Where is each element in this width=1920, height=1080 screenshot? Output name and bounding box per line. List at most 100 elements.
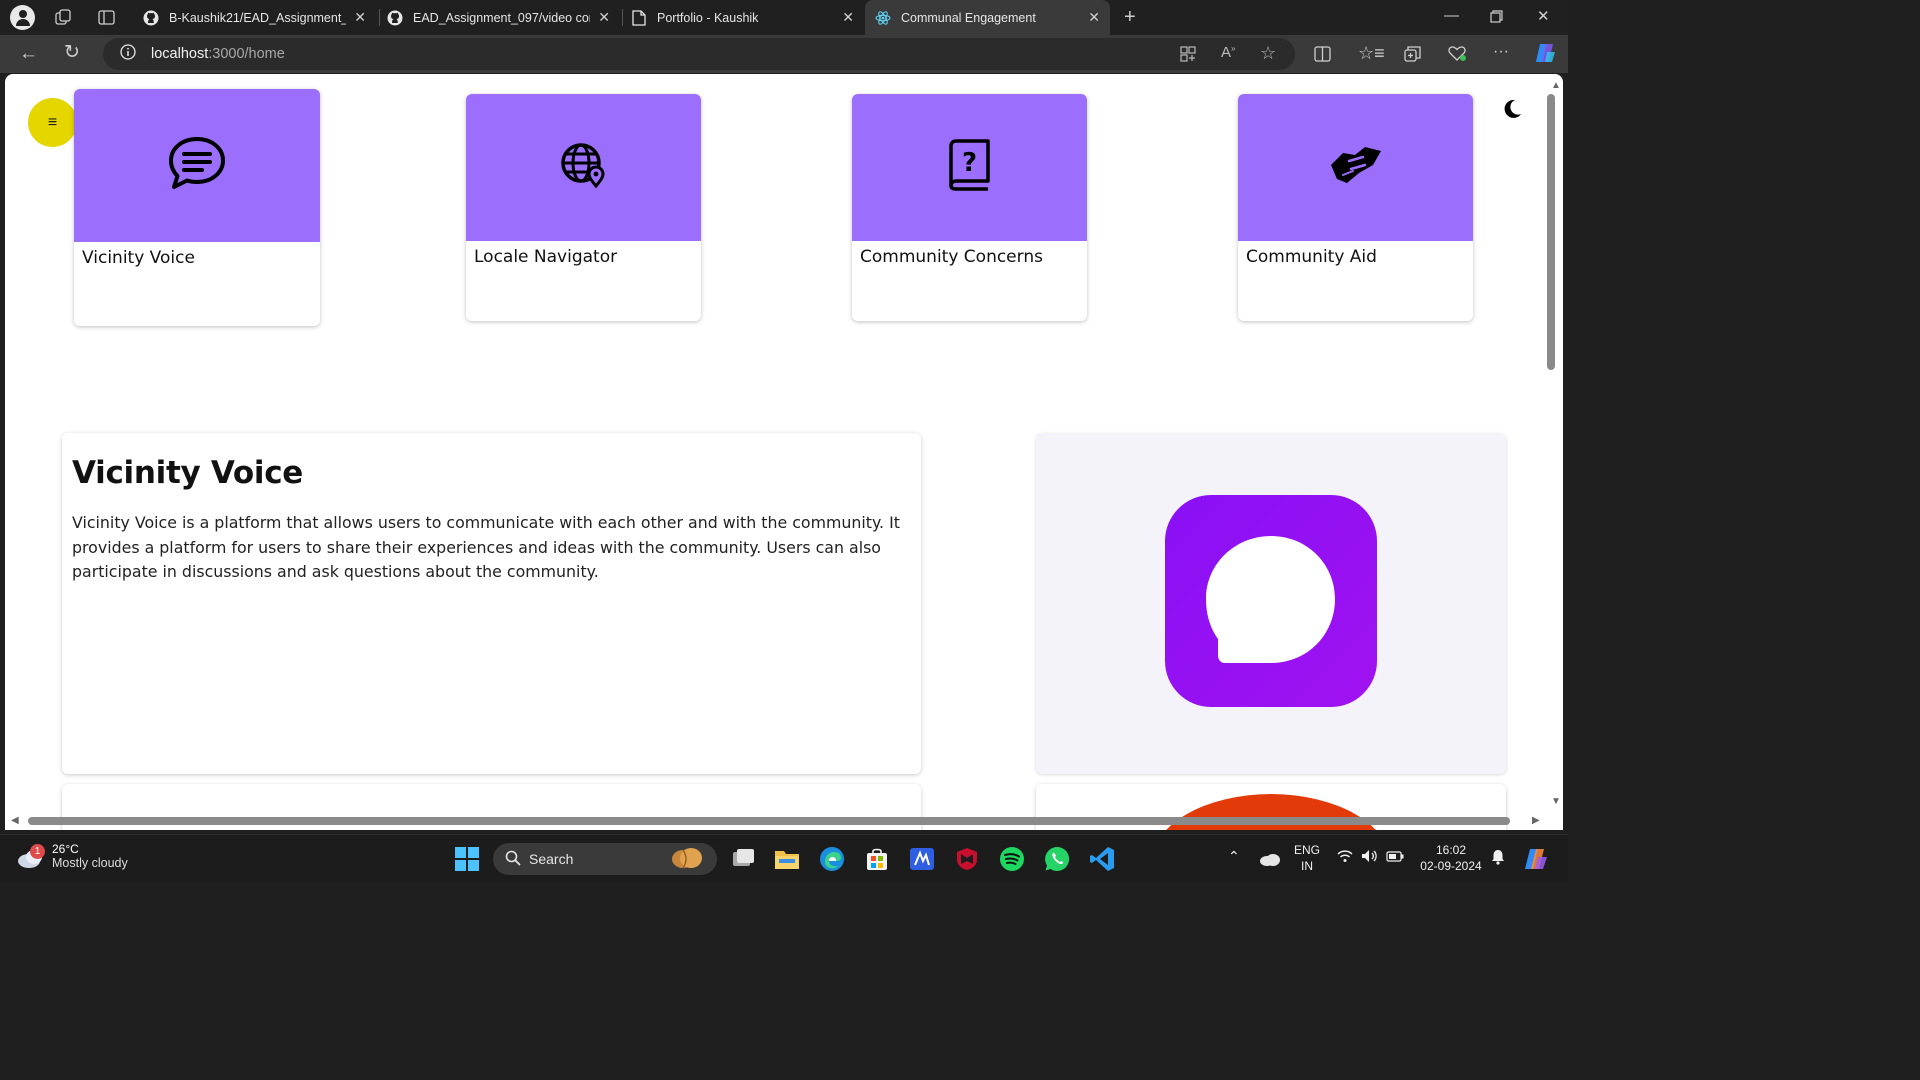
document-icon xyxy=(631,9,647,26)
clock-time: 16:02 xyxy=(1435,843,1467,857)
powerapp-icon[interactable] xyxy=(908,845,936,873)
browser-tab[interactable]: Portfolio - Kaushik ✕ xyxy=(621,0,864,35)
card-banner xyxy=(466,94,701,241)
workspaces-icon[interactable] xyxy=(55,9,72,29)
language-indicator[interactable]: ENG IN xyxy=(1292,842,1322,874)
windows-taskbar: 1 26°C Mostly cloudy Search ⌃ ENG IN 16:… xyxy=(0,834,1568,882)
github-icon xyxy=(143,10,159,26)
scroll-left-arrow[interactable]: ◀ xyxy=(11,815,19,826)
show-hidden-icons[interactable]: ⌃ xyxy=(1228,848,1240,864)
browser-tab-active[interactable]: Communal Engagement ✕ xyxy=(865,0,1110,35)
card-banner xyxy=(74,89,320,242)
copilot-icon[interactable] xyxy=(1533,42,1557,67)
tab-title: Communal Engagement xyxy=(901,10,1036,25)
feature-detail-panel: Vicinity Voice Vicinity Voice is a platf… xyxy=(62,433,921,774)
battery-icon[interactable] xyxy=(1386,850,1404,866)
close-tab-icon[interactable]: ✕ xyxy=(598,9,610,26)
browser-toolbar: ← ↻ localhost:3000/home A» ☆ ☆≡ ··· xyxy=(0,35,1568,73)
favorites-icon[interactable]: ☆≡ xyxy=(1358,44,1385,62)
dark-mode-toggle-icon[interactable] xyxy=(1501,98,1523,125)
clock[interactable]: 16:02 02-09-2024 xyxy=(1418,842,1484,874)
feature-card-locale-navigator[interactable]: Locale Navigator xyxy=(466,94,701,321)
browser-tab[interactable]: EAD_Assignment_097/video confe ✕ xyxy=(377,0,620,35)
weather-temperature: 26°C xyxy=(52,842,79,856)
taskbar-search-box[interactable]: Search xyxy=(493,843,717,875)
search-label: Search xyxy=(529,851,574,867)
card-label: Vicinity Voice xyxy=(82,248,195,268)
handshake-icon xyxy=(1329,143,1383,192)
favorite-star-icon[interactable]: ☆ xyxy=(1260,44,1276,62)
menu-toggle-button[interactable]: ≡ xyxy=(28,98,77,147)
split-screen-icon[interactable] xyxy=(1314,46,1331,65)
chat-bubble-icon xyxy=(168,136,226,195)
volume-icon[interactable] xyxy=(1361,849,1379,867)
wifi-icon[interactable] xyxy=(1337,849,1353,866)
weather-widget[interactable]: 1 26°C Mostly cloudy xyxy=(16,841,128,871)
weather-badge: 1 xyxy=(30,844,45,859)
tab-title: EAD_Assignment_097/video confe xyxy=(413,10,591,25)
scroll-down-arrow[interactable]: ▼ xyxy=(1551,796,1561,807)
browser-tab-strip: B-Kaushik21/EAD_Assignment_09 ✕ EAD_Assi… xyxy=(0,0,1568,35)
close-window-icon[interactable]: ✕ xyxy=(1537,9,1550,24)
close-tab-icon[interactable]: ✕ xyxy=(354,9,366,26)
hamburger-icon: ≡ xyxy=(47,113,58,131)
question-book-icon: ? xyxy=(948,139,992,196)
file-explorer-icon[interactable] xyxy=(773,845,801,873)
app-available-icon[interactable] xyxy=(1180,46,1196,65)
vscode-icon[interactable] xyxy=(1088,845,1116,873)
close-tab-icon[interactable]: ✕ xyxy=(1088,9,1100,26)
notification-bell-icon[interactable] xyxy=(1491,849,1505,869)
refresh-icon[interactable]: ↻ xyxy=(64,43,80,62)
profile-avatar-icon[interactable] xyxy=(10,5,35,30)
feature-card-community-concerns[interactable]: ? Community Concerns xyxy=(852,94,1087,321)
windows-start-icon[interactable] xyxy=(453,845,481,873)
site-info-icon[interactable] xyxy=(120,43,136,65)
detail-description: Vicinity Voice is a platform that allows… xyxy=(72,513,900,581)
language-code: ENG xyxy=(1293,843,1320,857)
copilot-taskbar-icon[interactable] xyxy=(1522,845,1550,873)
more-menu-icon[interactable]: ··· xyxy=(1493,44,1509,60)
region-code: IN xyxy=(1301,859,1313,873)
feature-image-panel xyxy=(1036,433,1506,774)
microsoft-store-icon[interactable] xyxy=(863,845,891,873)
card-label: Community Concerns xyxy=(860,247,1043,267)
card-label: Locale Navigator xyxy=(474,247,618,267)
page-viewport: ≡ Vicinity Voice Locale Navigator ? Comm… xyxy=(5,74,1563,830)
scroll-up-arrow[interactable]: ▲ xyxy=(1551,80,1561,91)
weather-condition: Mostly cloudy xyxy=(52,856,128,870)
react-icon xyxy=(875,10,891,26)
search-highlight-icon xyxy=(669,846,705,873)
onedrive-icon[interactable] xyxy=(1256,845,1284,873)
task-view-icon[interactable] xyxy=(729,845,757,873)
vertical-tabs-icon[interactable] xyxy=(98,9,115,29)
clock-date: 02-09-2024 xyxy=(1420,859,1482,873)
address-bar[interactable]: localhost:3000/home xyxy=(103,38,1295,70)
spotify-icon[interactable] xyxy=(998,845,1026,873)
browser-essentials-icon[interactable] xyxy=(1448,45,1466,64)
read-aloud-icon[interactable]: A» xyxy=(1221,45,1235,61)
browser-tab[interactable]: B-Kaushik21/EAD_Assignment_09 ✕ xyxy=(133,0,376,35)
svg-text:?: ? xyxy=(961,148,976,178)
cloudy-weather-icon: 1 xyxy=(16,841,46,871)
horizontal-scrollbar-thumb[interactable] xyxy=(28,817,1510,825)
tab-title: B-Kaushik21/EAD_Assignment_09 xyxy=(169,10,347,25)
feature-card-vicinity-voice[interactable]: Vicinity Voice xyxy=(74,89,320,326)
minimize-icon[interactable]: — xyxy=(1444,8,1459,23)
edge-browser-icon[interactable] xyxy=(818,845,846,873)
collections-icon[interactable] xyxy=(1404,46,1421,65)
mcafee-icon[interactable] xyxy=(953,845,981,873)
card-label: Community Aid xyxy=(1246,247,1377,267)
vertical-scrollbar-thumb[interactable] xyxy=(1547,94,1555,370)
whatsapp-icon[interactable] xyxy=(1043,845,1071,873)
card-banner: ? xyxy=(852,94,1087,241)
restore-icon[interactable] xyxy=(1490,10,1503,26)
close-tab-icon[interactable]: ✕ xyxy=(842,9,854,26)
card-banner xyxy=(1238,94,1473,241)
detail-title: Vicinity Voice xyxy=(72,455,304,491)
scroll-right-arrow[interactable]: ▶ xyxy=(1532,815,1540,826)
search-icon xyxy=(505,850,521,869)
new-tab-icon[interactable]: + xyxy=(1124,7,1136,27)
feature-card-community-aid[interactable]: Community Aid xyxy=(1238,94,1473,321)
github-icon xyxy=(387,10,403,26)
back-icon[interactable]: ← xyxy=(19,44,38,63)
